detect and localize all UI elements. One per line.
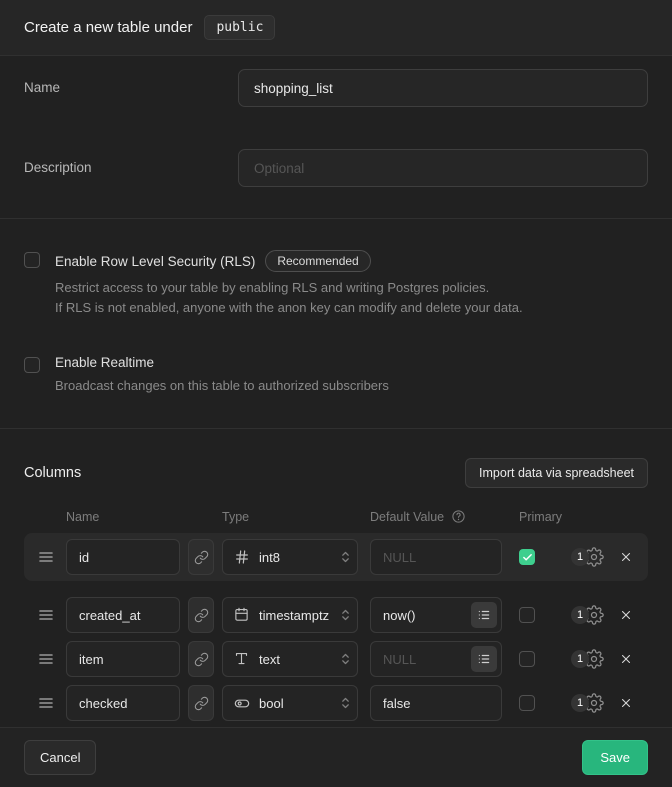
type-select-value: text xyxy=(259,652,332,667)
table-description-input[interactable] xyxy=(238,149,648,187)
remove-column-button[interactable] xyxy=(618,549,634,565)
primary-checkbox[interactable] xyxy=(519,607,535,623)
type-icon xyxy=(234,549,250,565)
table-info-section: Name Description xyxy=(0,56,672,219)
primary-checkbox[interactable] xyxy=(519,695,535,711)
drag-handle[interactable] xyxy=(38,608,54,622)
chevron-updown-icon xyxy=(341,607,350,623)
name-label: Name xyxy=(24,69,238,95)
default-value-input[interactable] xyxy=(370,539,502,575)
link-icon xyxy=(194,696,209,711)
drag-handle[interactable] xyxy=(38,550,54,564)
columns-section: Columns Import data via spreadsheet Name… xyxy=(0,429,672,728)
columns-title: Columns xyxy=(24,465,81,481)
realtime-description: Broadcast changes on this table to autho… xyxy=(55,376,389,396)
list-icon xyxy=(477,652,491,666)
table-row: bool 1 xyxy=(24,683,648,723)
remove-column-button[interactable] xyxy=(618,651,634,667)
drag-handle[interactable] xyxy=(38,652,54,666)
help-icon[interactable] xyxy=(451,509,466,524)
type-select-value: int8 xyxy=(259,550,332,565)
schema-badge: public xyxy=(204,15,275,40)
check-icon xyxy=(522,552,533,563)
close-icon xyxy=(619,696,633,710)
table-name-input[interactable] xyxy=(238,69,648,107)
import-data-button[interactable]: Import data via spreadsheet xyxy=(465,458,648,488)
rls-toggle-group: Enable Row Level Security (RLS) Recommen… xyxy=(24,250,648,318)
link-icon xyxy=(194,608,209,623)
column-header-primary: Primary xyxy=(519,510,634,524)
column-header-name: Name xyxy=(66,510,180,524)
save-button[interactable]: Save xyxy=(582,740,648,775)
type-select-value: timestamptz xyxy=(259,608,332,623)
column-settings-button[interactable]: 1 xyxy=(571,693,604,713)
column-settings-button[interactable]: 1 xyxy=(571,547,604,567)
default-value-menu-button[interactable] xyxy=(471,646,497,672)
rls-description-line2: If RLS is not enabled, anyone with the a… xyxy=(55,298,523,318)
description-label: Description xyxy=(24,149,238,175)
column-name-input[interactable] xyxy=(66,597,180,633)
close-icon xyxy=(619,608,633,622)
type-icon xyxy=(234,607,250,623)
column-name-input[interactable] xyxy=(66,685,180,721)
remove-column-button[interactable] xyxy=(618,695,634,711)
table-row: text 1 xyxy=(24,639,648,679)
dialog-header: Create a new table under public xyxy=(0,0,672,56)
column-type-select[interactable]: bool xyxy=(222,685,358,721)
rls-description-line1: Restrict access to your table by enablin… xyxy=(55,278,523,298)
dialog-footer: Cancel Save xyxy=(0,728,672,787)
primary-checkbox[interactable] xyxy=(519,549,535,565)
realtime-checkbox[interactable] xyxy=(24,357,40,373)
table-row: int8 1 xyxy=(24,533,648,581)
column-type-select[interactable]: timestamptz xyxy=(222,597,358,633)
create-table-dialog: Create a new table under public Name Des… xyxy=(0,0,672,787)
column-count-badge: 1 xyxy=(571,548,589,566)
primary-checkbox[interactable] xyxy=(519,651,535,667)
foreign-key-button[interactable] xyxy=(188,539,214,575)
chevron-updown-icon xyxy=(341,651,350,667)
dialog-title: Create a new table under xyxy=(24,19,192,36)
foreign-key-button[interactable] xyxy=(188,597,214,633)
column-count-badge: 1 xyxy=(571,650,589,668)
column-name-input[interactable] xyxy=(66,641,180,677)
rls-checkbox[interactable] xyxy=(24,252,40,268)
column-settings-button[interactable]: 1 xyxy=(571,605,604,625)
table-settings-section: Enable Row Level Security (RLS) Recommen… xyxy=(0,219,672,429)
realtime-label: Enable Realtime xyxy=(55,355,154,370)
cancel-button[interactable]: Cancel xyxy=(24,740,96,775)
link-icon xyxy=(194,550,209,565)
close-icon xyxy=(619,550,633,564)
column-type-select[interactable]: text xyxy=(222,641,358,677)
table-row: timestamptz 1 xyxy=(24,595,648,635)
column-header-type: Type xyxy=(222,510,358,524)
drag-handle[interactable] xyxy=(38,696,54,710)
list-icon xyxy=(477,608,491,622)
realtime-toggle-group: Enable Realtime Broadcast changes on thi… xyxy=(24,355,648,396)
close-icon xyxy=(619,652,633,666)
chevron-updown-icon xyxy=(341,549,350,565)
column-settings-button[interactable]: 1 xyxy=(571,649,604,669)
column-type-select[interactable]: int8 xyxy=(222,539,358,575)
column-count-badge: 1 xyxy=(571,694,589,712)
columns-header-row: Name Type Default Value Primary xyxy=(24,509,648,524)
chevron-updown-icon xyxy=(341,695,350,711)
column-count-badge: 1 xyxy=(571,606,589,624)
default-value-input[interactable] xyxy=(370,685,502,721)
column-header-default-value: Default Value xyxy=(370,510,444,524)
column-name-input[interactable] xyxy=(66,539,180,575)
type-icon xyxy=(234,651,250,667)
default-value-menu-button[interactable] xyxy=(471,602,497,628)
remove-column-button[interactable] xyxy=(618,607,634,623)
columns-rows: int8 1 xyxy=(24,533,648,723)
recommended-badge: Recommended xyxy=(265,250,370,272)
foreign-key-button[interactable] xyxy=(188,641,214,677)
foreign-key-button[interactable] xyxy=(188,685,214,721)
rls-label: Enable Row Level Security (RLS) xyxy=(55,254,255,269)
type-select-value: bool xyxy=(259,696,332,711)
type-icon xyxy=(234,695,250,711)
link-icon xyxy=(194,652,209,667)
